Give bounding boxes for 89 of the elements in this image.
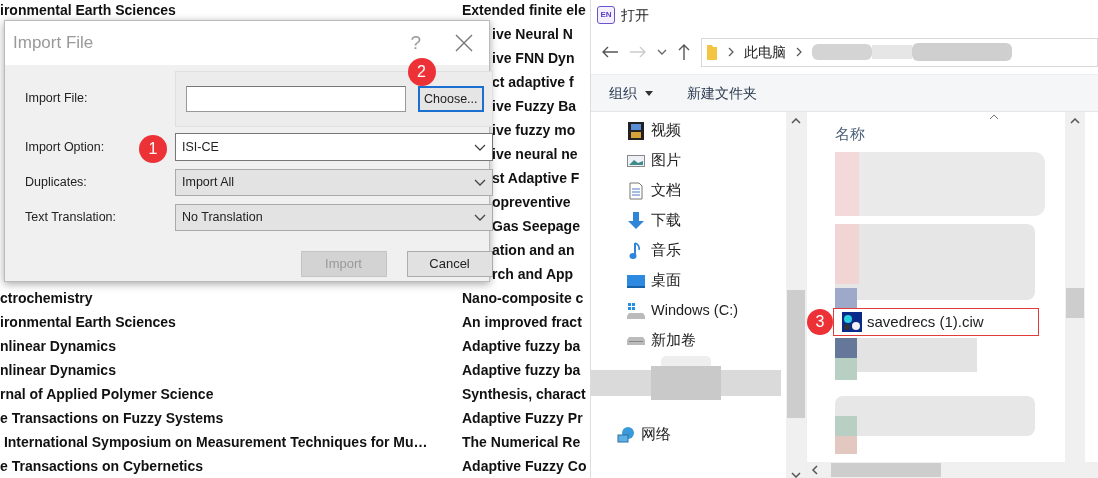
- chevron-icon: [796, 47, 802, 57]
- drive-icon: [627, 337, 645, 345]
- address-bar[interactable]: 此电脑: [701, 37, 1098, 67]
- sidebar-item[interactable]: 图片: [591, 146, 786, 176]
- field-label: Import File:: [25, 89, 89, 107]
- up-icon[interactable]: [677, 43, 691, 61]
- picture-icon: [627, 152, 645, 170]
- sidebar-item[interactable]: 桌面: [591, 266, 786, 296]
- document-icon: [627, 182, 645, 200]
- article-title: ive fuzzy mo: [492, 120, 576, 140]
- scrollbar-thumb[interactable]: [787, 290, 805, 418]
- scrollbar[interactable]: [807, 462, 1098, 478]
- caret-icon: [645, 90, 653, 96]
- sidebar-item[interactable]: Windows (C:): [591, 296, 786, 326]
- dropdown-icon[interactable]: [657, 49, 667, 55]
- column-header[interactable]: 名称: [835, 124, 865, 146]
- caret-icon: [473, 178, 486, 187]
- folder-icon: [706, 43, 718, 61]
- choose-button[interactable]: Choose...: [418, 86, 484, 112]
- journal-name: nlinear Dynamics: [0, 361, 116, 378]
- field-label: Text Translation:: [25, 209, 117, 227]
- breadcrumb-item[interactable]: 此电脑: [744, 41, 786, 63]
- sidebar-item[interactable]: 视频: [591, 116, 786, 146]
- article-title: st Adaptive F: [492, 168, 580, 188]
- article-title: Adaptive Fuzzy Co: [462, 456, 587, 476]
- dropdown[interactable]: Import All: [175, 169, 493, 196]
- dropdown[interactable]: No Translation: [175, 204, 493, 231]
- back-icon[interactable]: [601, 45, 619, 59]
- drive-icon: [627, 302, 645, 320]
- callout-badge: 2: [407, 58, 436, 86]
- toolbar-button[interactable]: 组织: [609, 82, 653, 104]
- chevron-icon: [728, 47, 734, 57]
- scroll-up-icon[interactable]: [1070, 118, 1080, 124]
- article-title: ive Neural N: [492, 24, 573, 44]
- app-icon: EN: [597, 6, 615, 24]
- field-label: Duplicates:: [25, 174, 88, 192]
- article-title: Extended finite ele: [462, 1, 586, 20]
- journal-name: e Transactions on Cybernetics: [0, 457, 204, 474]
- sidebar-item[interactable]: 网络: [591, 420, 786, 450]
- article-title: ct adaptive f: [492, 72, 574, 92]
- article-title: opreventive: [492, 192, 571, 212]
- window-title: Import File: [13, 32, 95, 55]
- article-title: ive Fuzzy Ba: [492, 96, 577, 116]
- article-title: rch and App: [492, 264, 574, 284]
- sidebar-item[interactable]: 下载: [591, 206, 786, 236]
- sidebar-item[interactable]: 新加卷: [591, 326, 786, 356]
- file-icon: [842, 312, 862, 332]
- article-title: Nano-composite c: [462, 288, 584, 308]
- scroll-up-icon[interactable]: [791, 118, 801, 124]
- download-icon: [627, 212, 645, 230]
- callout-badge: 3: [807, 309, 833, 335]
- journal-name: e Transactions on Fuzzy Systems: [0, 409, 224, 426]
- article-title: Adaptive fuzzy ba: [462, 336, 581, 356]
- callout-badge: 1: [139, 134, 167, 163]
- scroll-down-icon[interactable]: [791, 472, 801, 478]
- caret-icon: [473, 142, 486, 152]
- sidebar-item[interactable]: 音乐: [591, 236, 786, 266]
- caret-icon: [473, 213, 486, 222]
- article-title: ive FNN Dyn: [492, 48, 575, 68]
- scrollbar[interactable]: [786, 112, 806, 478]
- file-path-field[interactable]: [186, 86, 406, 112]
- article-title: An improved fract: [462, 312, 582, 332]
- sort-icon: [989, 114, 999, 120]
- journal-name: International Symposium on Measurement Techniques for Mu…: [2, 433, 428, 450]
- article-title: Synthesis, charact: [462, 384, 586, 404]
- journal-name: ironmental Earth Sciences: [0, 2, 176, 18]
- article-title: Adaptive Fuzzy Pr: [462, 408, 583, 428]
- toolbar-button[interactable]: 新建文件夹: [687, 82, 757, 104]
- dialog-button[interactable]: Cancel: [406, 251, 493, 277]
- dropdown[interactable]: ISI-CE: [175, 133, 493, 161]
- scrollbar-thumb[interactable]: [831, 463, 941, 477]
- file-item[interactable]: savedrecs (1).ciw: [833, 308, 1039, 336]
- scrollbar[interactable]: [1065, 112, 1085, 462]
- article-title: ive neural ne: [492, 144, 578, 164]
- journal-name: rnal of Applied Polymer Science: [0, 385, 214, 402]
- article-title: The Numerical Re: [462, 432, 581, 452]
- desktop-icon: [627, 272, 645, 290]
- scrollbar-thumb[interactable]: [1066, 288, 1084, 318]
- article-title: Gas Seepage: [492, 216, 580, 236]
- article-title: Adaptive fuzzy ba: [462, 360, 581, 380]
- sidebar-item[interactable]: 文档: [591, 176, 786, 206]
- journal-name: ironmental Earth Sciences: [0, 313, 176, 330]
- video-icon: [627, 122, 645, 140]
- window-title: 打开: [621, 5, 649, 25]
- network-icon: [617, 426, 635, 444]
- journal-name: ctrochemistry: [0, 289, 93, 306]
- article-title: ation and an: [492, 240, 575, 260]
- close-icon[interactable]: [455, 34, 473, 52]
- journal-name: nlinear Dynamics: [0, 337, 116, 354]
